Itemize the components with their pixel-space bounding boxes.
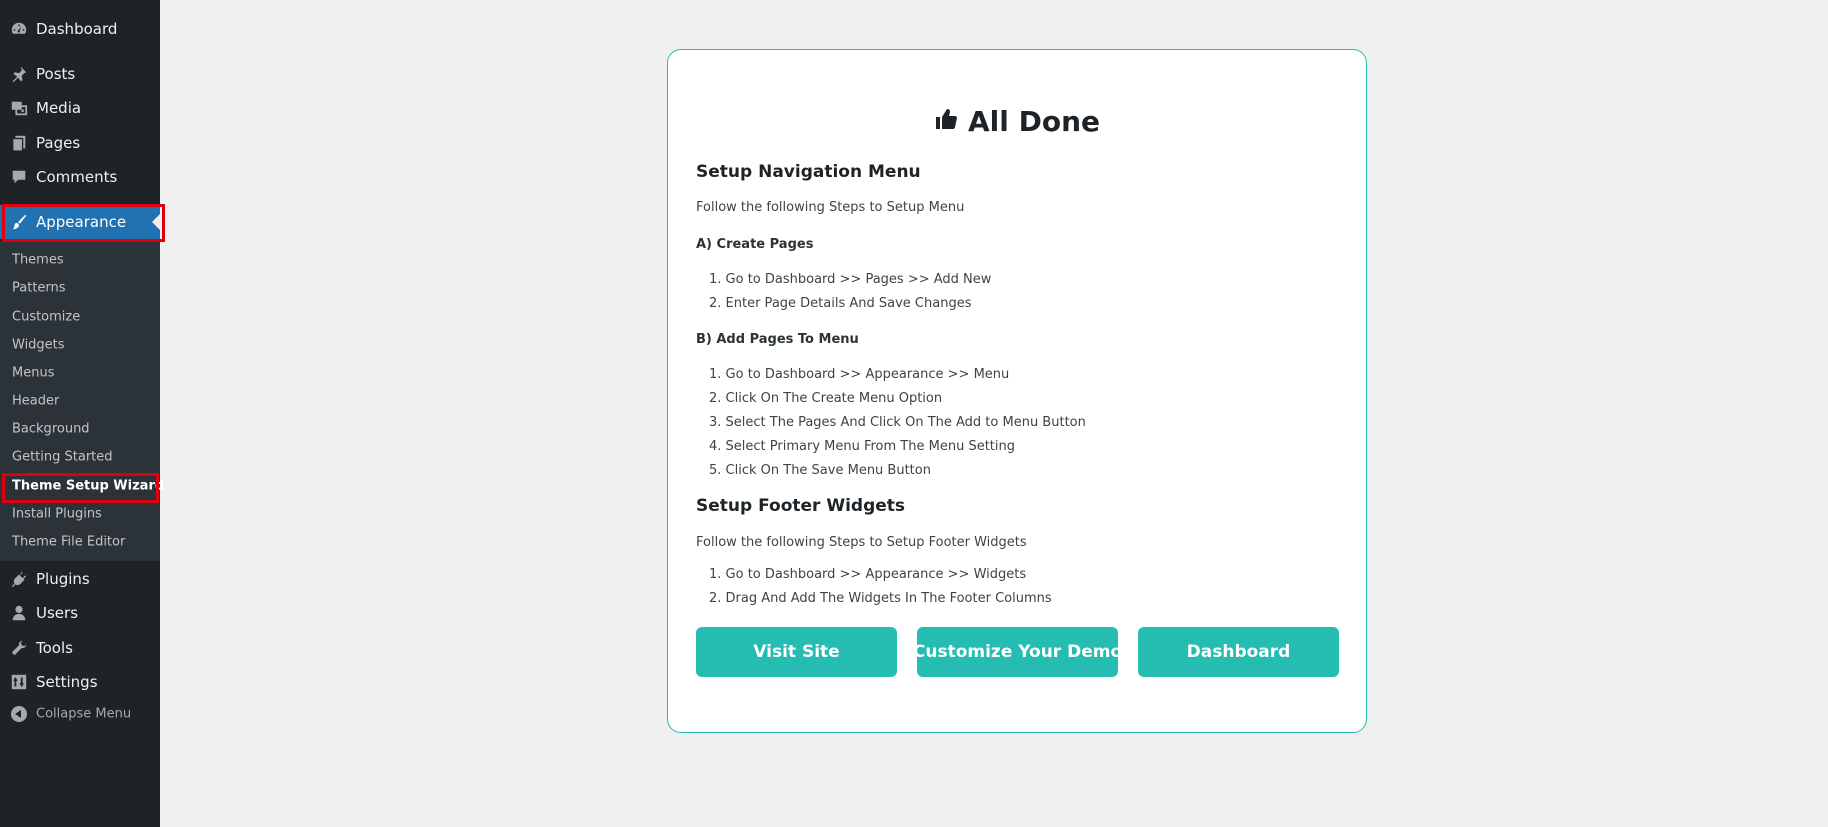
card-title: All Done [668, 105, 1366, 138]
paintbrush-icon [9, 212, 29, 232]
footer-widgets-step: 1. Go to Dashboard >> Appearance >> Widg… [709, 567, 1027, 582]
menu-label-comments: Comments [36, 168, 118, 186]
menu-item-comments[interactable]: Comments [0, 160, 160, 194]
menu-label-posts: Posts [36, 65, 76, 83]
menu-item-dashboard[interactable]: Dashboard [0, 12, 160, 46]
menu-item-settings[interactable]: Settings [0, 665, 160, 699]
user-icon [9, 603, 29, 623]
add-pages-step: 1. Go to Dashboard >> Appearance >> Menu [709, 367, 1010, 382]
menu-label-appearance: Appearance [36, 213, 127, 231]
footer-widgets-step: 2. Drag And Add The Widgets In The Foote… [709, 591, 1052, 606]
menu-label-plugins: Plugins [36, 570, 90, 588]
speech-bubble-icon [9, 167, 29, 187]
menu-item-users[interactable]: Users [0, 596, 160, 630]
menu-label-media: Media [36, 99, 82, 117]
visit-site-button[interactable]: Visit Site [696, 627, 897, 677]
submenu-item-theme-file-editor[interactable]: Theme File Editor [12, 535, 125, 550]
menu-item-pages[interactable]: Pages [0, 126, 160, 160]
card-title-text: All Done [967, 105, 1100, 138]
add-pages-step: 3. Select The Pages And Click On The Add… [709, 415, 1086, 430]
sliders-icon [9, 672, 29, 692]
customize-demo-button[interactable]: Customize Your Demo [913, 627, 1122, 677]
menu-label-users: Users [36, 604, 79, 622]
add-pages-step: 5. Click On The Save Menu Button [709, 463, 931, 478]
dashboard-gauge-icon [9, 19, 29, 39]
add-pages-step: 4. Select Primary Menu From The Menu Set… [709, 439, 1015, 454]
menu-item-media[interactable]: Media [0, 91, 160, 125]
pin-icon [9, 64, 29, 84]
submenu-item-background[interactable]: Background [12, 422, 90, 437]
submenu-item-menus[interactable]: Menus [12, 366, 54, 381]
appearance-submenu: Themes Patterns Customize Widgets Menus … [0, 241, 164, 561]
submenu-item-getting-started[interactable]: Getting Started [12, 450, 113, 465]
submenu-item-customize[interactable]: Customize [12, 310, 80, 325]
menu-label-tools: Tools [36, 639, 73, 657]
add-pages-step: 2. Click On The Create Menu Option [709, 391, 943, 406]
thumbs-up-icon [934, 105, 958, 138]
media-icon [9, 98, 29, 118]
footer-widgets-heading: Setup Footer Widgets [696, 496, 906, 516]
add-pages-heading: B) Add Pages To Menu [696, 332, 859, 347]
wrench-icon [9, 638, 29, 658]
submenu-item-header[interactable]: Header [12, 394, 59, 409]
collapse-arrow-icon [9, 704, 29, 724]
menu-label-pages: Pages [36, 134, 81, 152]
menu-item-plugins[interactable]: Plugins [0, 562, 160, 596]
footer-widgets-intro: Follow the following Steps to Setup Foot… [696, 535, 1027, 550]
collapse-menu-button[interactable]: Collapse Menu [0, 697, 160, 731]
create-pages-step: 1. Go to Dashboard >> Pages >> Add New [709, 272, 992, 287]
menu-item-tools[interactable]: Tools [0, 631, 160, 665]
create-pages-step: 2. Enter Page Details And Save Changes [709, 296, 972, 311]
nav-menu-heading: Setup Navigation Menu [696, 162, 921, 182]
menu-item-appearance[interactable]: Appearance [0, 205, 160, 239]
active-menu-arrow [152, 214, 160, 230]
pages-icon [9, 133, 29, 153]
submenu-item-themes[interactable]: Themes [12, 253, 64, 268]
nav-menu-intro: Follow the following Steps to Setup Menu [696, 200, 965, 215]
submenu-item-patterns[interactable]: Patterns [12, 281, 66, 296]
submenu-item-theme-setup-wizard[interactable]: Theme Setup Wizard [12, 479, 164, 494]
menu-item-posts[interactable]: Posts [0, 57, 160, 91]
menu-label-dashboard: Dashboard [36, 20, 118, 38]
submenu-item-widgets[interactable]: Widgets [12, 338, 65, 353]
submenu-item-install-plugins[interactable]: Install Plugins [12, 507, 102, 522]
menu-label-settings: Settings [36, 673, 98, 691]
create-pages-heading: A) Create Pages [696, 237, 814, 252]
admin-sidebar: Dashboard Posts Media Pages Comments App… [0, 0, 164, 827]
dashboard-button[interactable]: Dashboard [1138, 627, 1339, 677]
collapse-menu-label: Collapse Menu [36, 706, 132, 722]
setup-complete-card: All Done Setup Navigation Menu Follow th… [667, 49, 1367, 733]
plug-icon [9, 569, 29, 589]
